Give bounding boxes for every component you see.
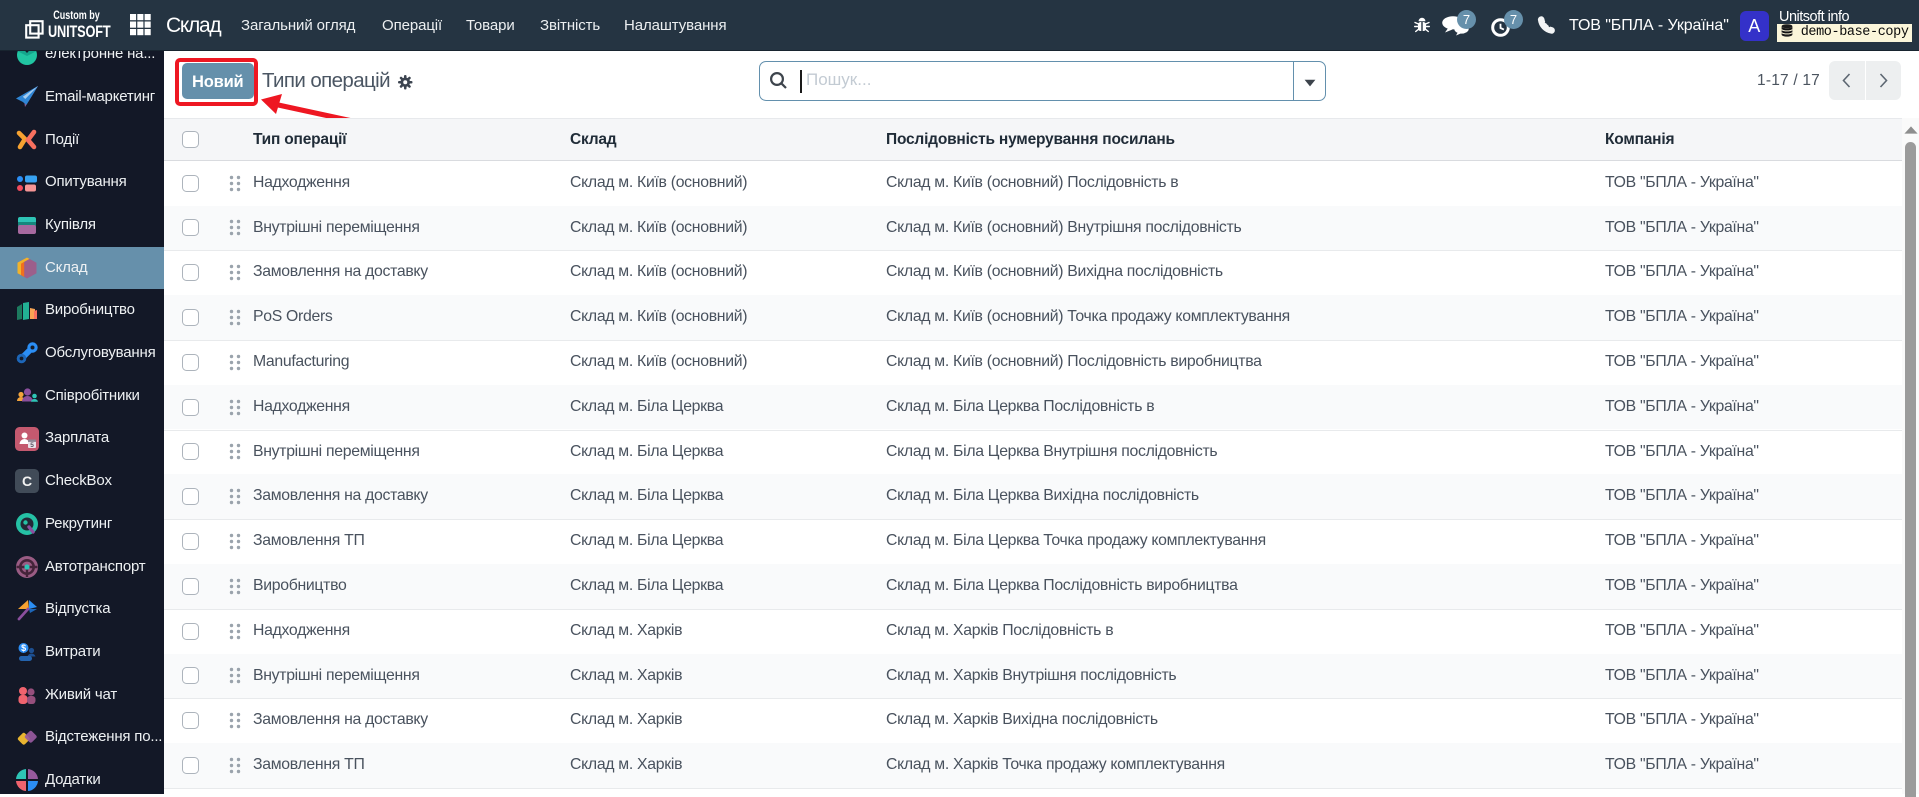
svg-text:$: $ xyxy=(21,643,26,653)
svg-text:C: C xyxy=(22,473,32,489)
svg-text:5: 5 xyxy=(30,442,34,449)
